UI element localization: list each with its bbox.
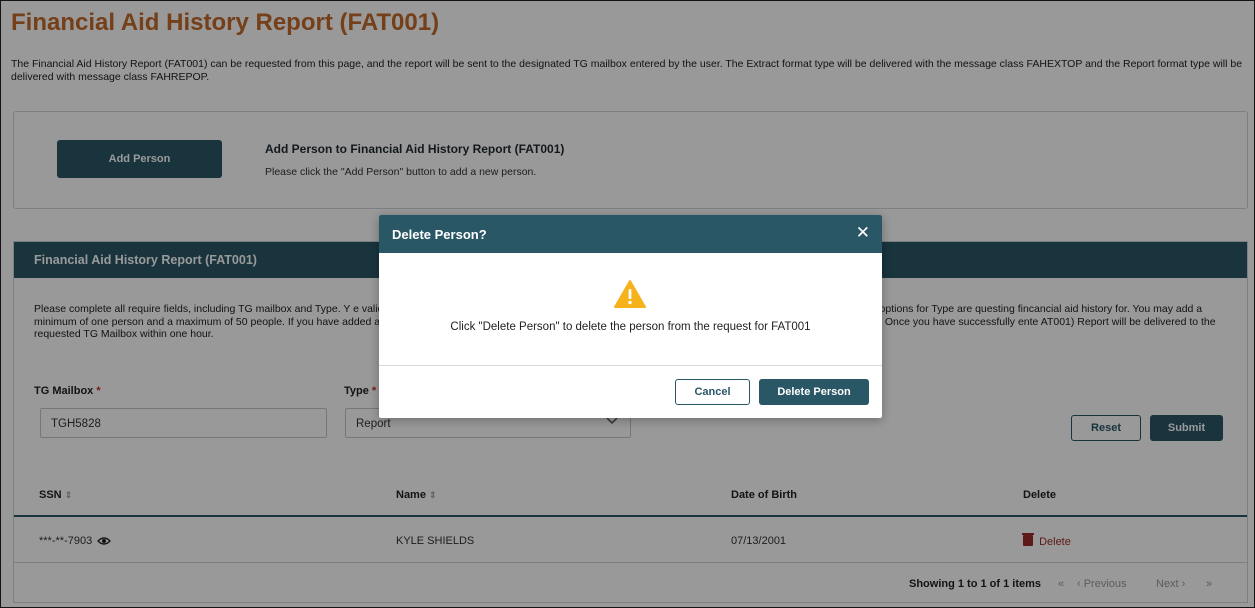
cancel-button[interactable]: Cancel bbox=[675, 379, 750, 405]
dialog-header: Delete Person? ✕ bbox=[379, 215, 882, 253]
close-icon[interactable]: ✕ bbox=[856, 224, 870, 242]
warning-icon bbox=[614, 279, 646, 309]
delete-person-button[interactable]: Delete Person bbox=[759, 379, 869, 405]
dialog-title: Delete Person? bbox=[392, 227, 487, 242]
dialog-divider bbox=[379, 365, 882, 366]
delete-person-dialog: Delete Person? ✕ Click "Delete Person" t… bbox=[379, 215, 882, 418]
dialog-message: Click "Delete Person" to delete the pers… bbox=[450, 321, 811, 333]
